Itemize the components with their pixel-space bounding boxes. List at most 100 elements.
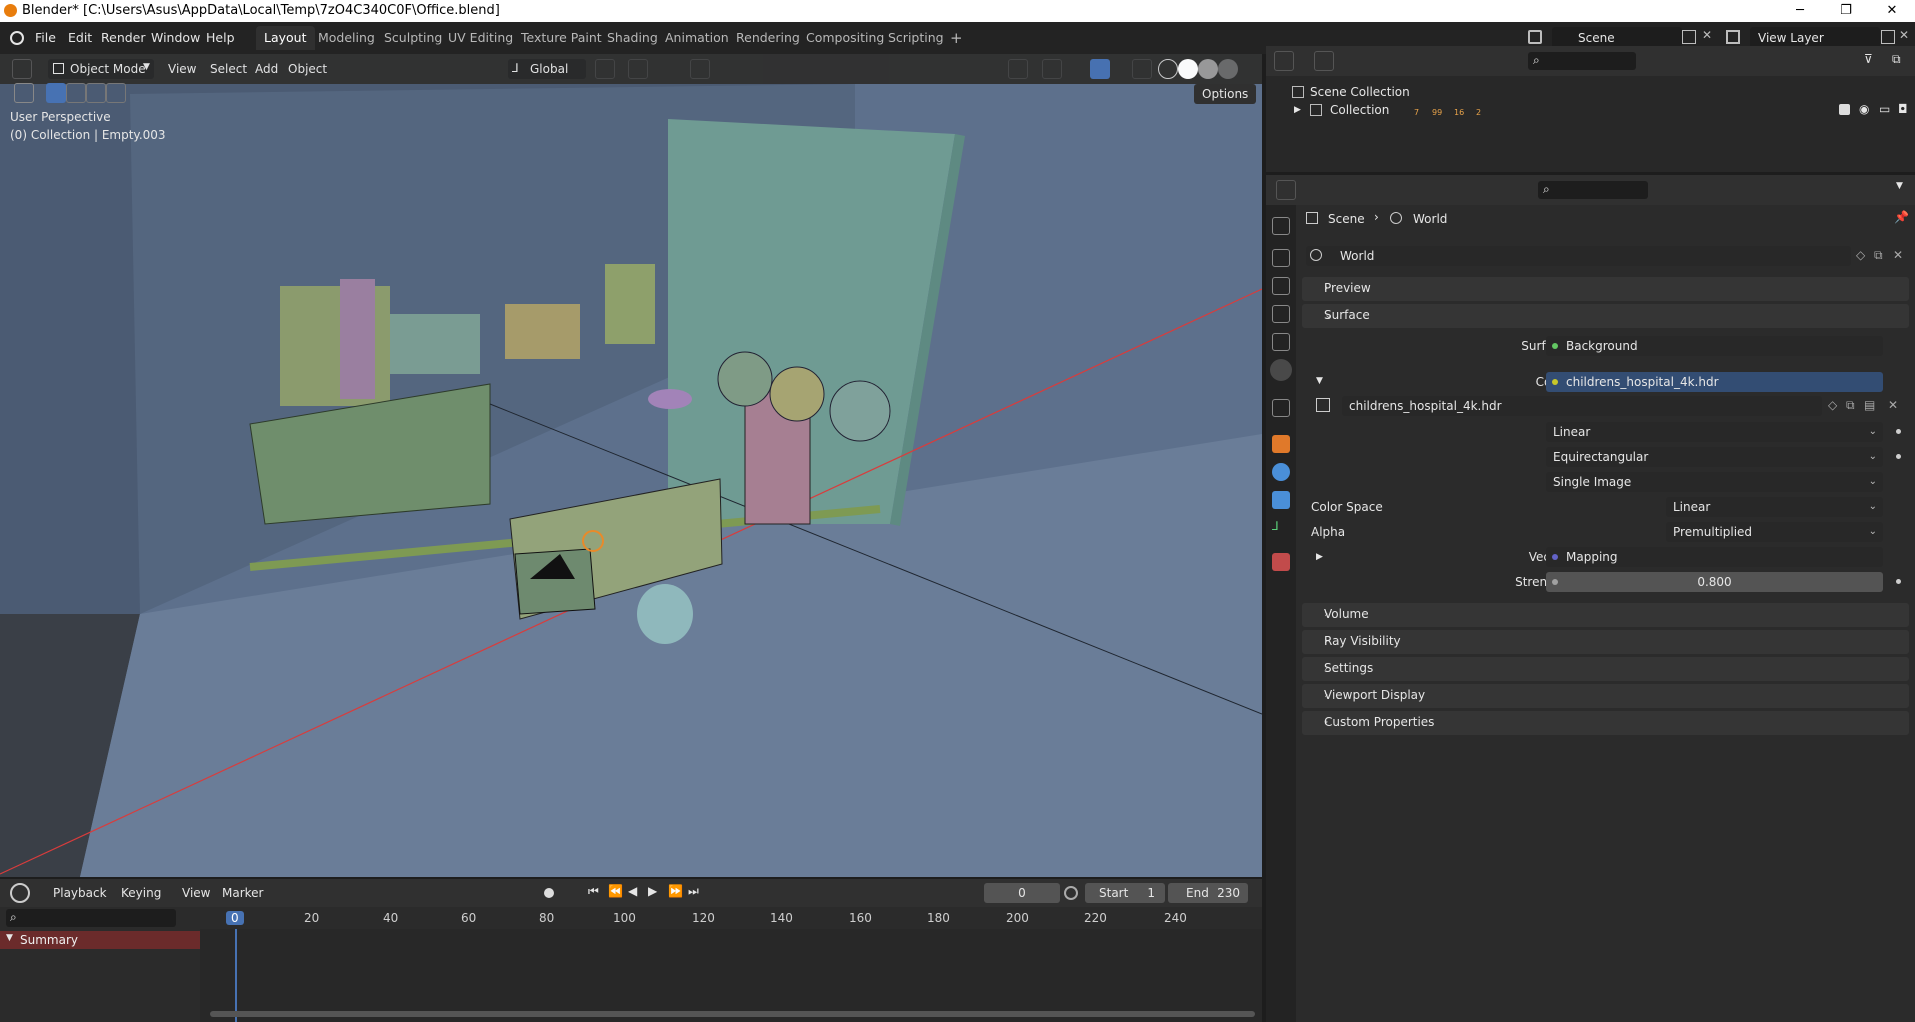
texture-tab-icon[interactable]	[1272, 553, 1290, 571]
select-tool-icon[interactable]	[14, 83, 34, 103]
current-frame-field[interactable]: 0	[984, 883, 1060, 903]
chevron-down-icon[interactable]: ▼	[1896, 181, 1903, 191]
xray-icon[interactable]	[1132, 59, 1152, 79]
tab-scripting[interactable]: Scripting	[880, 26, 952, 50]
expand-icon[interactable]: ▼	[1316, 376, 1323, 386]
close-button[interactable]: ✕	[1869, 0, 1915, 22]
surface-shader-field[interactable]: Background	[1546, 336, 1883, 356]
panel-ray-visibility[interactable]: › Ray Visibility	[1302, 630, 1909, 654]
menu-select[interactable]: Select	[210, 59, 247, 79]
tab-uv-editing[interactable]: UV Editing	[440, 26, 521, 50]
new-view-layer-icon[interactable]	[1881, 30, 1895, 44]
menu-keying[interactable]: Keying	[121, 883, 161, 903]
world-datablock-field[interactable]: World	[1306, 246, 1851, 266]
properties-editor-type-icon[interactable]	[1276, 180, 1296, 200]
tab-animation[interactable]: Animation	[657, 26, 737, 50]
scene-tab-icon[interactable]	[1272, 333, 1290, 351]
options-button[interactable]: Options	[1194, 84, 1256, 104]
monitor-icon[interactable]: ▭	[1879, 102, 1890, 116]
frame-ruler[interactable]: 0 20 40 60 80 100 120 140 160 180 200 22…	[200, 907, 1262, 929]
timeline-area[interactable]: ⌕ ▼ Summary 0 20 40 60 80 100 120 140 16…	[0, 907, 1262, 1022]
start-frame-field[interactable]: Start 1	[1085, 883, 1165, 903]
panel-viewport-display[interactable]: › Viewport Display	[1302, 684, 1909, 708]
panel-preview[interactable]: › Preview	[1302, 277, 1909, 301]
tab-shading[interactable]: Shading	[599, 26, 666, 50]
vector-input-field[interactable]: Mapping	[1546, 547, 1883, 567]
wireframe-shading-icon[interactable]	[1158, 59, 1178, 79]
tab-rendering[interactable]: Rendering	[728, 26, 808, 50]
proportional-edit-icon[interactable]	[690, 59, 710, 79]
editor-type-clock-icon[interactable]	[10, 883, 30, 903]
menu-object[interactable]: Object	[288, 59, 327, 79]
outliner-editor-type-icon[interactable]	[1274, 51, 1294, 71]
timeline-search-input[interactable]: ⌕	[6, 909, 176, 927]
image-browse-icon[interactable]	[1316, 398, 1330, 412]
tab-compositing[interactable]: Compositing	[798, 26, 892, 50]
snap-icon[interactable]	[628, 59, 648, 79]
playhead[interactable]	[235, 929, 237, 1022]
end-frame-field[interactable]: End 230	[1168, 883, 1248, 903]
view-layer-tab-icon[interactable]	[1272, 305, 1290, 323]
tab-modeling[interactable]: Modeling	[310, 26, 383, 50]
jump-end-icon[interactable]: ⏭	[688, 884, 699, 899]
tab-texture-paint[interactable]: Texture Paint	[513, 26, 610, 50]
jump-keyframe-forward-icon[interactable]: ⏩	[668, 884, 683, 898]
world-tab-icon[interactable]	[1270, 359, 1292, 381]
menu-render[interactable]: Render	[101, 30, 146, 45]
view-layer-icon[interactable]	[1726, 30, 1740, 44]
menu-view[interactable]: View	[182, 883, 210, 903]
menu-marker[interactable]: Marker	[222, 883, 263, 903]
physics-tab-icon[interactable]	[1272, 463, 1290, 481]
pack-icon[interactable]: ▤	[1864, 398, 1875, 412]
pin-icon[interactable]: 📌	[1894, 210, 1909, 224]
panel-volume[interactable]: › Volume	[1302, 603, 1909, 627]
display-mode-icon[interactable]	[1314, 51, 1334, 71]
keyframe-dot-icon[interactable]	[1896, 454, 1901, 459]
unlink-icon[interactable]: ✕	[1893, 248, 1903, 262]
duplicate-icon[interactable]: ⧉	[1874, 248, 1883, 263]
play-reverse-icon[interactable]: ◀	[628, 884, 637, 898]
collection-tab-icon[interactable]	[1272, 399, 1290, 417]
object-tab-icon[interactable]	[1272, 435, 1290, 453]
menu-playback[interactable]: Playback	[53, 883, 107, 903]
color-space-dropdown[interactable]: Linear ⌄	[1666, 497, 1883, 517]
new-scene-icon[interactable]	[1682, 30, 1696, 44]
output-tab-icon[interactable]	[1272, 277, 1290, 295]
projection-dropdown[interactable]: Equirectangular ⌄	[1546, 447, 1901, 467]
render-tab-icon[interactable]	[1272, 249, 1290, 267]
select-mode-intersect-icon[interactable]	[106, 83, 126, 103]
add-workspace-button[interactable]: +	[942, 26, 971, 50]
eye-icon[interactable]: ◉	[1859, 102, 1869, 116]
duplicate-icon[interactable]: ⧉	[1846, 398, 1855, 413]
menu-add[interactable]: Add	[255, 59, 278, 79]
filter-icon[interactable]: ⊽	[1864, 52, 1873, 66]
select-mode-subtract-icon[interactable]	[86, 83, 106, 103]
panel-surface[interactable]: ⌄ Surface	[1302, 304, 1909, 328]
keyframe-dot-icon[interactable]	[1896, 579, 1901, 584]
summary-channel[interactable]: ▼ Summary	[0, 931, 200, 949]
blender-menu-icon[interactable]	[10, 31, 24, 45]
menu-window[interactable]: Window	[151, 30, 200, 45]
tool-tab-icon[interactable]	[1272, 217, 1290, 235]
material-shading-icon[interactable]	[1198, 59, 1218, 79]
solid-shading-icon[interactable]	[1178, 59, 1198, 79]
pivot-icon[interactable]	[595, 59, 615, 79]
interpolation-dropdown[interactable]: Linear ⌄	[1546, 422, 1901, 442]
camera-icon[interactable]: ◘	[1898, 102, 1908, 116]
collection-label[interactable]: Collection	[1330, 103, 1389, 117]
transform-orientation-selector[interactable]: ⅃ Global	[508, 59, 586, 79]
unlink-icon[interactable]: ✕	[1888, 398, 1898, 412]
exclude-checkbox[interactable]	[1839, 104, 1850, 115]
play-icon[interactable]: ▶	[648, 884, 657, 898]
tab-layout[interactable]: Layout	[256, 26, 315, 50]
new-collection-icon[interactable]: ⧉	[1892, 52, 1901, 67]
menu-view[interactable]: View	[168, 59, 196, 79]
visibility-icon[interactable]	[1008, 59, 1028, 79]
maximize-button[interactable]: ❐	[1823, 0, 1869, 22]
alpha-dropdown[interactable]: Premultiplied ⌄	[1666, 522, 1883, 542]
timeline-scrollbar[interactable]	[210, 1011, 1255, 1017]
outliner-search-input[interactable]: ⌕	[1528, 52, 1636, 70]
image-datablock-field[interactable]: childrens_hospital_4k.hdr	[1342, 396, 1822, 416]
properties-search-input[interactable]: ⌕	[1538, 181, 1648, 199]
select-mode-extend-icon[interactable]	[66, 83, 86, 103]
